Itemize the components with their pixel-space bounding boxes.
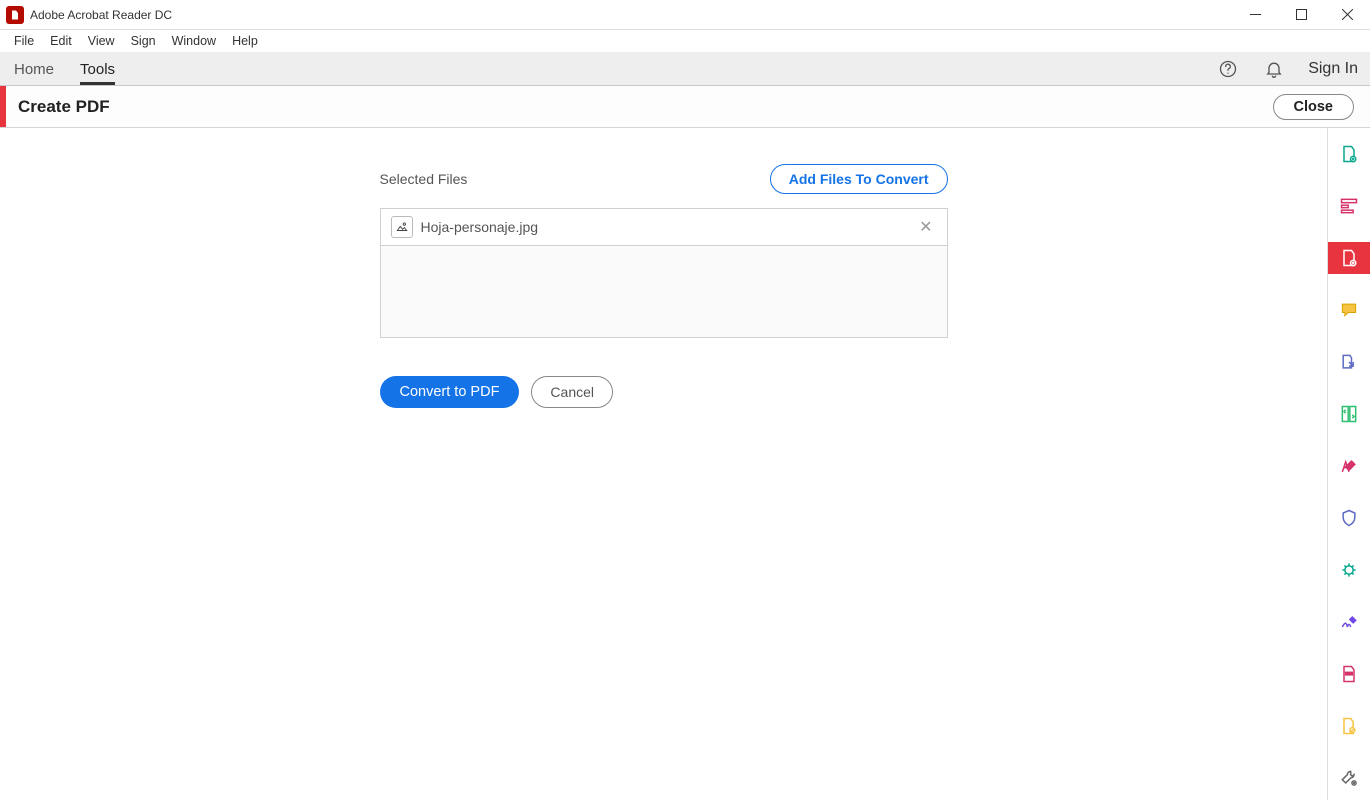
- tabstrip-left: Home Tools: [14, 52, 115, 85]
- convert-button[interactable]: Convert to PDF: [380, 376, 520, 408]
- rail-stamp-icon[interactable]: [1328, 554, 1370, 586]
- rail-compare-icon[interactable]: [1328, 710, 1370, 742]
- center-column: Selected Files Add Files To Convert Hoja…: [380, 164, 948, 800]
- file-row-left: Hoja-personaje.jpg: [391, 216, 539, 238]
- rail-fill-sign-icon[interactable]: [1328, 450, 1370, 482]
- right-tool-rail: [1327, 128, 1370, 800]
- app-title: Adobe Acrobat Reader DC: [30, 8, 172, 22]
- action-buttons: Convert to PDF Cancel: [380, 376, 948, 408]
- app-icon: [6, 6, 24, 24]
- notifications-icon[interactable]: [1262, 57, 1286, 81]
- titlebar-left: Adobe Acrobat Reader DC: [0, 6, 172, 24]
- close-tool-button[interactable]: Close: [1273, 94, 1355, 120]
- menu-window[interactable]: Window: [164, 32, 224, 50]
- titlebar: Adobe Acrobat Reader DC: [0, 0, 1370, 30]
- rail-more-tools-icon[interactable]: [1328, 762, 1370, 794]
- tool-header-left: Create PDF: [0, 86, 110, 127]
- menu-help[interactable]: Help: [224, 32, 266, 50]
- menu-file[interactable]: File: [6, 32, 42, 50]
- menubar: File Edit View Sign Window Help: [0, 30, 1370, 52]
- menu-view[interactable]: View: [80, 32, 123, 50]
- help-icon[interactable]: [1216, 57, 1240, 81]
- close-window-button[interactable]: [1324, 0, 1370, 30]
- file-name: Hoja-personaje.jpg: [421, 219, 539, 235]
- file-row[interactable]: Hoja-personaje.jpg ✕: [381, 209, 947, 246]
- cancel-button[interactable]: Cancel: [531, 376, 613, 408]
- tab-tools[interactable]: Tools: [80, 55, 115, 85]
- rail-export-pdf-icon[interactable]: [1328, 138, 1370, 170]
- rail-organize-pages-icon[interactable]: [1328, 398, 1370, 430]
- content: Selected Files Add Files To Convert Hoja…: [0, 128, 1327, 800]
- add-files-button[interactable]: Add Files To Convert: [770, 164, 948, 194]
- rail-sign-icon[interactable]: [1328, 606, 1370, 638]
- rail-create-pdf-icon[interactable]: [1328, 242, 1370, 274]
- menu-sign[interactable]: Sign: [123, 32, 164, 50]
- remove-file-icon[interactable]: ✕: [915, 215, 936, 239]
- rail-protect-icon[interactable]: [1328, 502, 1370, 534]
- tabstrip: Home Tools Sign In: [0, 52, 1370, 86]
- tool-accent-bar: [0, 86, 6, 127]
- selected-files-label: Selected Files: [380, 171, 468, 187]
- window-controls: [1232, 0, 1370, 30]
- main-area: Selected Files Add Files To Convert Hoja…: [0, 128, 1370, 800]
- minimize-button[interactable]: [1232, 0, 1278, 30]
- rail-edit-pdf-icon[interactable]: [1328, 190, 1370, 222]
- file-thumb-icon: [391, 216, 413, 238]
- menu-edit[interactable]: Edit: [42, 32, 80, 50]
- tool-header: Create PDF Close: [0, 86, 1370, 128]
- tab-home[interactable]: Home: [14, 55, 54, 85]
- tabstrip-right: Sign In: [1216, 57, 1358, 81]
- rail-combine-files-icon[interactable]: [1328, 346, 1370, 378]
- files-list: Hoja-personaje.jpg ✕: [380, 208, 948, 338]
- maximize-button[interactable]: [1278, 0, 1324, 30]
- rail-comment-icon[interactable]: [1328, 294, 1370, 326]
- selected-files-header: Selected Files Add Files To Convert: [380, 164, 948, 194]
- tool-title: Create PDF: [18, 97, 110, 117]
- sign-in-link[interactable]: Sign In: [1308, 60, 1358, 78]
- rail-redact-icon[interactable]: [1328, 658, 1370, 690]
